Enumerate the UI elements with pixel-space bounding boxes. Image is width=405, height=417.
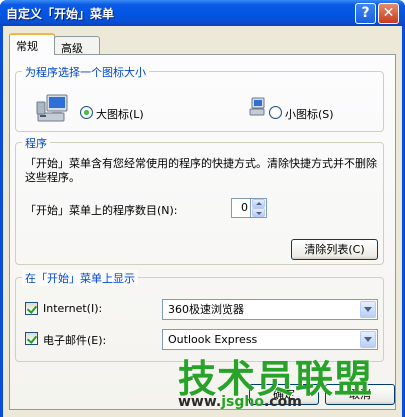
chevron-down-icon[interactable] [360,331,376,348]
large-icon-radio[interactable] [80,106,93,119]
large-computer-icon [36,94,68,122]
email-select[interactable]: Outlook Express [162,329,378,350]
programs-legend: 程序 [22,135,50,151]
show-on-start-legend: 在「开始」菜单上显示 [22,270,138,286]
icon-size-legend: 为程序选择一个图标大小 [22,64,149,80]
watermark-url-suffix: .com [263,394,302,410]
programs-description: 「开始」菜单含有您经常使用的程序的快捷方式。清除快捷方式并不删除这些程序。 [25,157,377,184]
watermark-url: www.jsgho.com [178,394,302,410]
chevron-down-icon[interactable] [360,301,376,318]
window-title: 自定义「开始」菜单 [6,7,115,21]
title-bar[interactable]: 自定义「开始」菜单 ? ✕ [0,0,405,26]
tab-general-label: 常规 [16,40,38,53]
internet-label[interactable]: Internet(I): [43,302,102,315]
watermark-url-accent: jsgho [221,394,264,410]
stepper-up-arrow-icon[interactable] [252,199,265,208]
email-select-value: Outlook Express [168,333,258,346]
close-button[interactable]: ✕ [378,3,399,24]
stepper-down-arrow-icon[interactable] [252,208,265,217]
email-label[interactable]: 电子邮件(E): [43,332,106,348]
internet-select-value: 360极速浏览器 [168,303,244,316]
clear-list-button[interactable]: 清除列表(C) [291,239,378,260]
icon-size-group: 为程序选择一个图标大小 大图标(L) 小图标(S) [15,64,384,132]
small-computer-icon [249,97,265,116]
watermark-url-prefix: www. [178,394,222,410]
tab-advanced[interactable]: 高级 [54,36,100,56]
tab-general[interactable]: 常规 [9,33,55,55]
small-icon-radio[interactable] [269,106,282,119]
help-button[interactable]: ? [355,3,376,24]
program-count-stepper[interactable] [251,198,267,218]
program-count-label: 「开始」菜单上的程序数目(N): [25,204,178,217]
internet-select[interactable]: 360极速浏览器 [162,299,378,320]
programs-group: 程序 「开始」菜单含有您经常使用的程序的快捷方式。清除快捷方式并不删除这些程序。… [15,135,384,265]
large-icon-label[interactable]: 大图标(L) [96,106,144,122]
email-checkbox[interactable] [25,332,38,345]
program-count-input[interactable]: 0 [231,198,251,218]
internet-checkbox[interactable] [25,302,38,315]
small-icon-label[interactable]: 小图标(S) [285,106,334,122]
